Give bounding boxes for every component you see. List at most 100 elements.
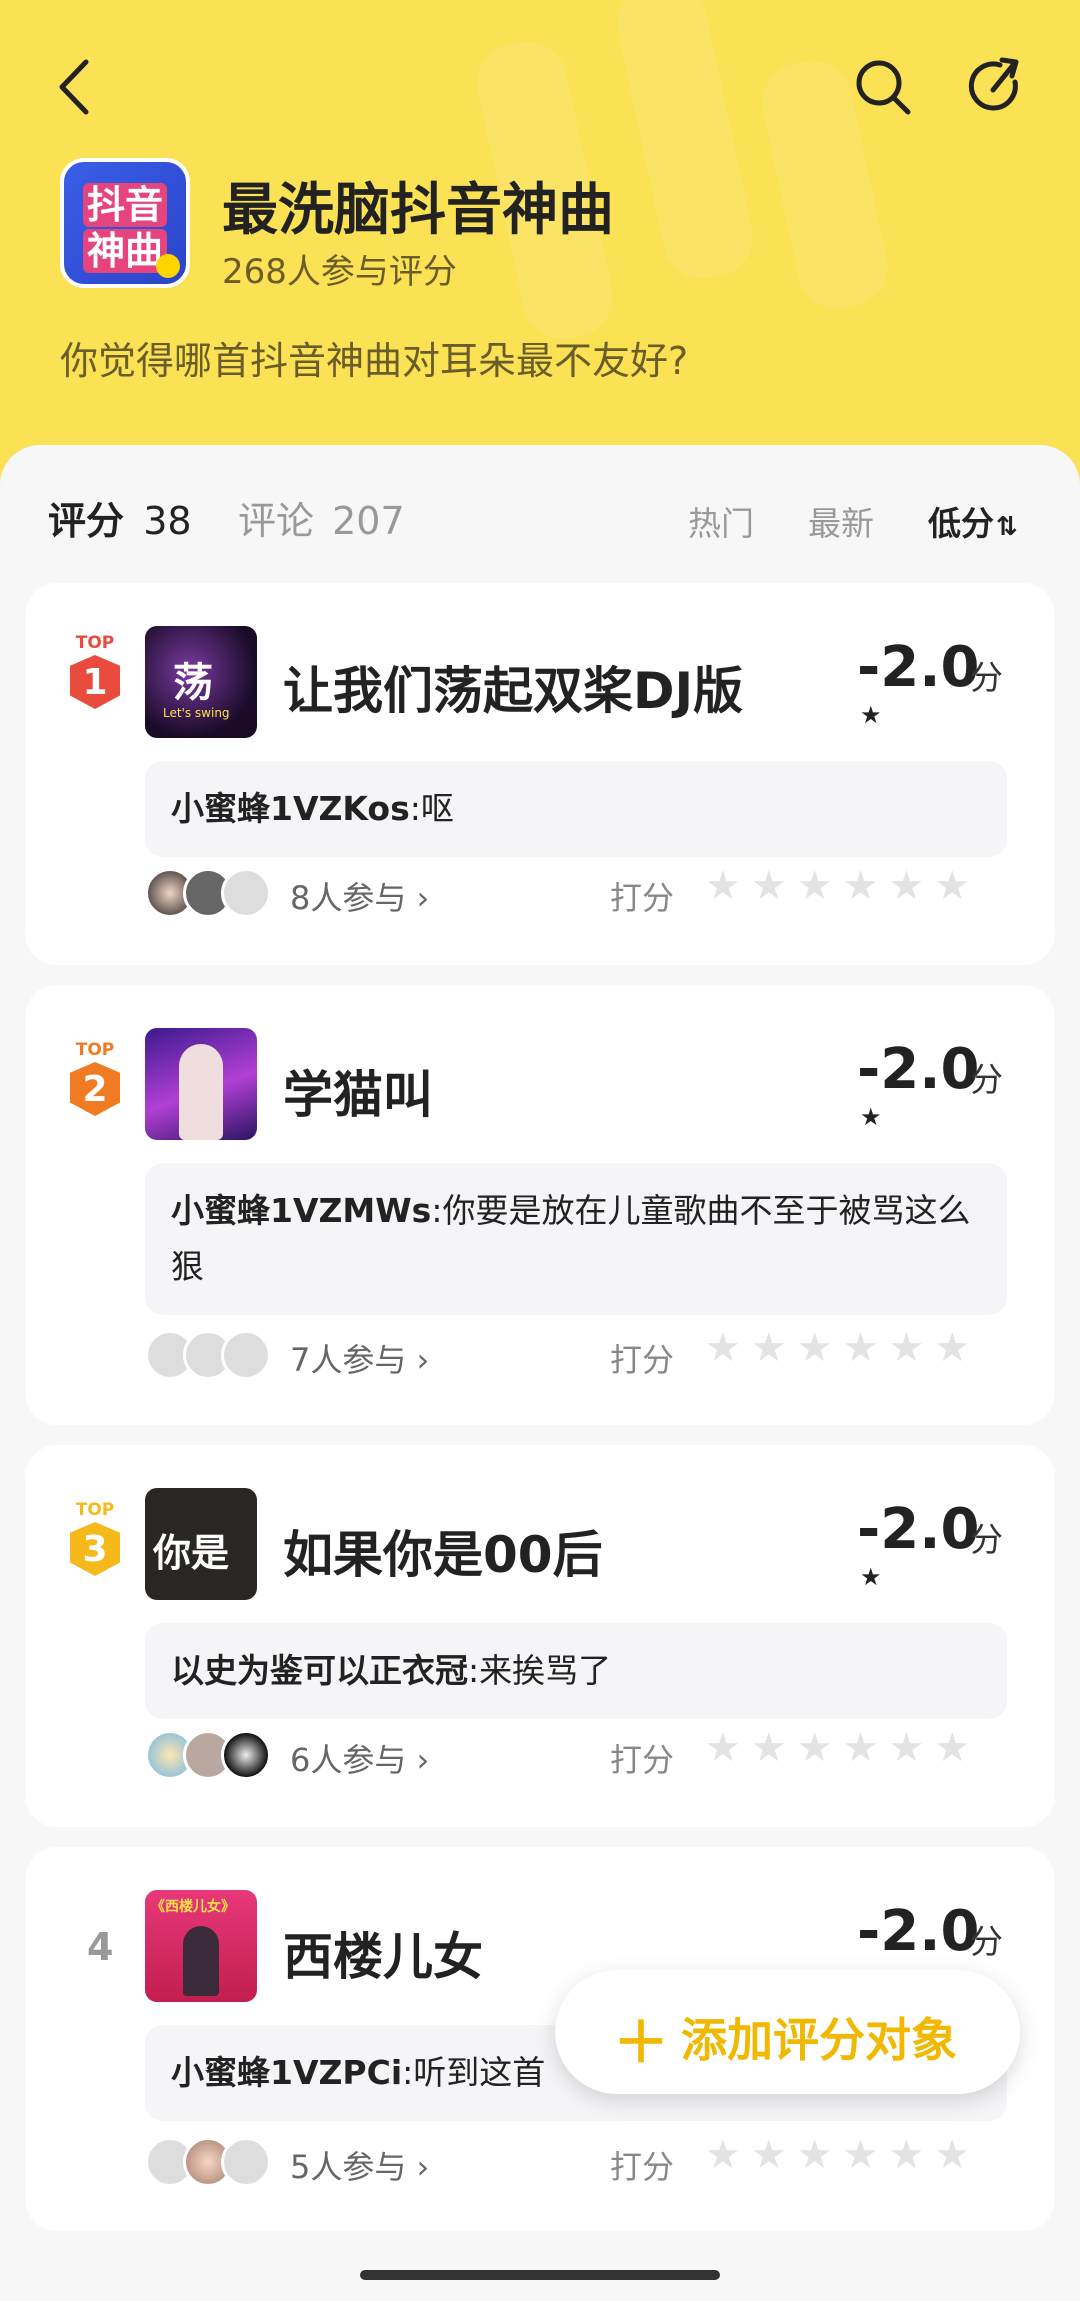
song-title[interactable]: 学猫叫: [283, 1055, 433, 1127]
rank-top-label: TOP: [75, 633, 115, 653]
participant-avatars[interactable]: [145, 868, 285, 918]
sort-lowest[interactable]: 低分⇅: [928, 497, 1018, 545]
cover-text: 荡: [173, 660, 213, 706]
rank-top-label: TOP: [75, 1500, 115, 1520]
sort-hot[interactable]: 热门: [688, 497, 754, 545]
search-icon[interactable]: [848, 52, 918, 122]
chevron-right-icon: ›: [406, 1741, 430, 1779]
participants-count: 6人参与: [290, 1741, 407, 1779]
comment-text: 呕: [420, 789, 454, 828]
header-decoration: [609, 0, 761, 287]
topic-participants: 268人参与评分: [222, 252, 457, 292]
score-unit: 分: [970, 1922, 1003, 1961]
score-value: -2.0: [857, 635, 980, 700]
add-rating-object-button[interactable]: ＋ 添加评分对象: [555, 1970, 1020, 2094]
song-cover[interactable]: 荡 Let's swing: [145, 626, 257, 738]
rating-stars-input[interactable]: ★★★★★★: [705, 1325, 980, 1371]
comment-box[interactable]: 小蜜蜂1VZKos:呕: [145, 761, 1007, 857]
topic-title: 最洗脑抖音神曲: [222, 178, 614, 243]
cover-text: 你是: [153, 1531, 230, 1575]
add-rating-object-label: 添加评分对象: [681, 2013, 957, 2067]
participants-link[interactable]: 8人参与 ›: [290, 873, 429, 919]
half-star-icon: ★: [860, 701, 882, 729]
share-icon[interactable]: [960, 52, 1030, 122]
comment-user: 以史为鉴可以正衣冠: [171, 1651, 468, 1690]
score-value: -2.0: [857, 1497, 980, 1562]
avatar: [221, 2137, 271, 2187]
rating-stars-input[interactable]: ★★★★★★: [705, 1725, 980, 1771]
avatar: [221, 1730, 271, 1780]
rank-badge: TOP 2: [67, 1040, 123, 1120]
cover-figure: [179, 1044, 223, 1140]
participants-count: 5人参与: [290, 2148, 407, 2186]
home-indicator[interactable]: [360, 2270, 720, 2280]
comment-user: 小蜜蜂1VZKos: [171, 789, 410, 828]
topic-question: 你觉得哪首抖音神曲对耳朵最不友好?: [60, 339, 689, 383]
comment-separator: :: [431, 1191, 443, 1230]
avatar: [221, 1330, 271, 1380]
participants-link[interactable]: 5人参与 ›: [290, 2142, 429, 2188]
sort-icon: ⇅: [996, 512, 1018, 542]
score-unit: 分: [970, 1060, 1003, 1099]
comment-box[interactable]: 以史为鉴可以正衣冠:来挨骂了: [145, 1623, 1007, 1719]
participant-avatars[interactable]: [145, 1330, 285, 1380]
rating-stars-input[interactable]: ★★★★★★: [705, 863, 980, 909]
plus-icon: ＋: [613, 2011, 669, 2076]
chevron-right-icon: ›: [406, 1341, 430, 1379]
comment-text: 来挨骂了: [479, 1651, 612, 1690]
participants-count: 8人参与: [290, 879, 407, 917]
tab-comment-count: 207: [332, 499, 405, 543]
score-value: -2.0: [857, 1037, 980, 1102]
cover-text: 《西楼儿女》: [151, 1899, 235, 1915]
rate-label: 打分: [610, 879, 675, 917]
score-unit: 分: [970, 1520, 1003, 1559]
score-value: -2.0: [857, 1899, 980, 1964]
participants-count: 7人参与: [290, 1341, 407, 1379]
smiley-icon: [156, 254, 180, 278]
score-unit: 分: [970, 658, 1003, 697]
participant-avatars[interactable]: [145, 1730, 285, 1780]
comment-separator: :: [468, 1651, 480, 1690]
rate-label: 打分: [610, 2148, 675, 2186]
song-cover[interactable]: [145, 1028, 257, 1140]
tab-rating-count: 38: [143, 499, 192, 543]
comment-text: 听到这首: [413, 2053, 546, 2092]
chevron-right-icon: ›: [406, 2148, 430, 2186]
participants-link[interactable]: 6人参与 ›: [290, 1735, 429, 1781]
sort-lowest-label: 低分: [928, 504, 994, 543]
topic-logo: 抖音 神曲: [60, 158, 190, 288]
comment-user: 小蜜蜂1VZMWs: [171, 1191, 432, 1230]
cover-subtext: Let's swing: [163, 706, 230, 720]
rank-number: 2: [70, 1062, 120, 1116]
song-cover[interactable]: 你是: [145, 1488, 257, 1600]
rank-number: 3: [70, 1522, 120, 1576]
half-star-icon: ★: [860, 1103, 882, 1131]
comment-separator: :: [402, 2053, 414, 2092]
comment-box[interactable]: 小蜜蜂1VZMWs:你要是放在儿童歌曲不至于被骂这么狠: [145, 1163, 1007, 1315]
comment-user: 小蜜蜂1VZPCi: [171, 2053, 403, 2092]
song-title[interactable]: 让我们荡起双桨DJ版: [283, 651, 743, 723]
song-cover[interactable]: 《西楼儿女》: [145, 1890, 257, 2002]
rating-item[interactable]: TOP 1 荡 Let's swing 让我们荡起双桨DJ版 -2.0 分 ★ …: [25, 583, 1055, 965]
rank-badge: TOP 1: [67, 633, 123, 713]
rank-number: 1: [70, 655, 120, 709]
rating-item[interactable]: TOP 3 你是 如果你是00后 -2.0 分 ★ 以史为鉴可以正衣冠:来挨骂了…: [25, 1445, 1055, 1827]
participant-avatars[interactable]: [145, 2137, 285, 2187]
participants-link[interactable]: 7人参与 ›: [290, 1335, 429, 1381]
tabs-row: 评分 38 评论 207 热门 最新 低分⇅: [0, 445, 1080, 585]
song-title[interactable]: 如果你是00后: [283, 1515, 603, 1587]
header: 抖音 神曲 最洗脑抖音神曲 268人参与评分 你觉得哪首抖音神曲对耳朵最不友好?: [0, 0, 1080, 520]
back-icon[interactable]: [40, 52, 110, 122]
sort-latest[interactable]: 最新: [808, 497, 874, 545]
rank-top-label: TOP: [75, 1040, 115, 1060]
avatar: [221, 868, 271, 918]
song-title[interactable]: 西楼儿女: [283, 1917, 483, 1989]
rank-badge: TOP 3: [67, 1500, 123, 1580]
cover-figure: [183, 1926, 219, 1996]
half-star-icon: ★: [860, 1563, 882, 1591]
rating-item[interactable]: TOP 2 学猫叫 -2.0 分 ★ 小蜜蜂1VZMWs:你要是放在儿童歌曲不至…: [25, 985, 1055, 1425]
rate-label: 打分: [610, 1741, 675, 1779]
tab-comment[interactable]: 评论 207: [238, 490, 405, 545]
tab-rating[interactable]: 评分 38: [48, 490, 192, 545]
rating-stars-input[interactable]: ★★★★★★: [705, 2132, 980, 2178]
